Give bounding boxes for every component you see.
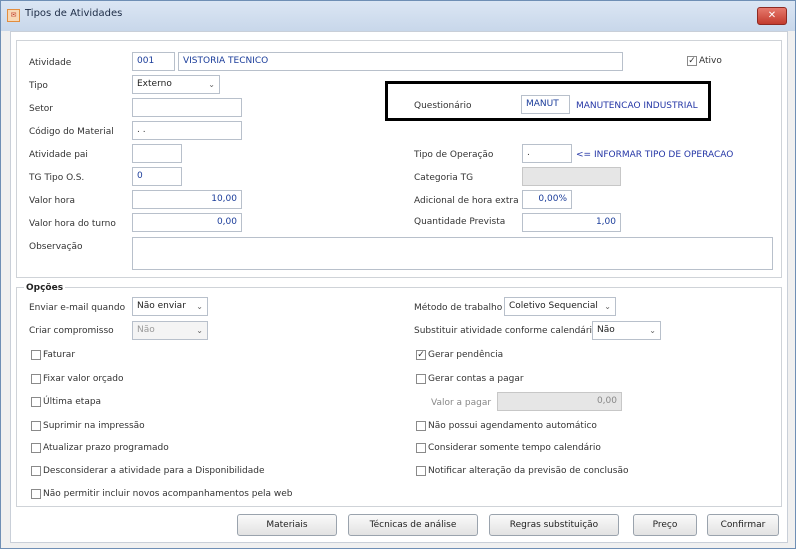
valor-hora-turno-input[interactable]: 0,00 — [132, 213, 242, 232]
metodo-trabalho-value: Coletivo Sequencial — [509, 301, 598, 311]
ativo-label: Ativo — [699, 56, 722, 66]
opcoes-title: Opções — [24, 283, 66, 293]
criar-compromisso-label: Criar compromisso — [29, 326, 114, 336]
atividade-code-input[interactable]: 001 — [132, 52, 175, 71]
fixar-valor-checkbox[interactable] — [31, 374, 41, 384]
tipo-label: Tipo — [29, 81, 48, 91]
tecnicas-analise-button[interactable]: Técnicas de análise — [348, 514, 478, 536]
atividade-label: Atividade — [29, 58, 72, 68]
chevron-down-icon: ⌄ — [208, 80, 215, 89]
metodo-trabalho-label: Método de trabalho — [414, 303, 503, 313]
suprimir-impressao-label: Suprimir na impressão — [43, 421, 145, 431]
preco-button[interactable]: Preço — [633, 514, 697, 536]
atividade-pai-label: Atividade pai — [29, 150, 88, 160]
tipo-operacao-hint: <= INFORMAR TIPO DE OPERACAO — [576, 150, 734, 160]
substituir-atividade-label: Substituir atividade conforme calendário — [414, 326, 598, 336]
considerar-tempo-label: Considerar somente tempo calendário — [428, 443, 601, 453]
regras-substituicao-button[interactable]: Regras substituição — [489, 514, 619, 536]
faturar-label: Faturar — [43, 350, 76, 360]
desconsiderar-label: Desconsiderar a atividade para a Disponi… — [43, 466, 265, 476]
quantidade-prevista-label: Quantidade Prevista — [414, 217, 506, 227]
nao-possui-agendamento-checkbox[interactable] — [416, 421, 426, 431]
gerar-pendencia-label: Gerar pendência — [428, 350, 504, 360]
title-bar[interactable]: ✉ Tipos de Atividades ✕ — [1, 1, 795, 31]
tipo-operacao-input[interactable]: . — [522, 144, 572, 163]
atualizar-prazo-checkbox[interactable] — [31, 443, 41, 453]
adicional-hora-extra-input[interactable]: 0,00% — [522, 190, 572, 209]
ultima-etapa-label: Última etapa — [43, 397, 102, 407]
codigo-material-input[interactable]: . . — [132, 121, 242, 140]
considerar-tempo-checkbox[interactable] — [416, 443, 426, 453]
materiais-button[interactable]: Materiais — [237, 514, 337, 536]
observacao-textarea[interactable] — [132, 237, 773, 270]
nao-permitir-checkbox[interactable] — [31, 489, 41, 499]
valor-a-pagar-input: 0,00 — [497, 392, 622, 411]
chevron-down-icon: ⌄ — [196, 302, 203, 311]
faturar-checkbox[interactable] — [31, 350, 41, 360]
gerar-contas-label: Gerar contas a pagar — [428, 374, 524, 384]
desconsiderar-checkbox[interactable] — [31, 466, 41, 476]
chevron-down-icon: ⌄ — [604, 302, 611, 311]
tg-tipo-os-label: TG Tipo O.S. — [29, 173, 85, 183]
ativo-checkbox[interactable]: ✓ — [687, 56, 697, 66]
chevron-down-icon: ⌄ — [196, 326, 203, 335]
enviar-email-label: Enviar e-mail quando — [29, 303, 126, 313]
observacao-label: Observação — [29, 242, 83, 252]
fixar-valor-label: Fixar valor orçado — [43, 374, 124, 384]
atividade-pai-input[interactable] — [132, 144, 182, 163]
nao-possui-agendamento-label: Não possui agendamento automático — [428, 421, 597, 431]
valor-hora-input[interactable]: 10,00 — [132, 190, 242, 209]
suprimir-impressao-checkbox[interactable] — [31, 421, 41, 431]
dialog-window: ✉ Tipos de Atividades ✕ Atividade 001 VI… — [0, 0, 796, 549]
tipo-operacao-label: Tipo de Operação — [414, 150, 494, 160]
setor-label: Setor — [29, 104, 53, 114]
app-icon: ✉ — [7, 9, 20, 22]
tipo-value: Externo — [137, 79, 172, 89]
notificar-alteracao-checkbox[interactable] — [416, 466, 426, 476]
criar-compromisso-select: Não ⌄ — [132, 321, 208, 340]
quantidade-prevista-input[interactable]: 1,00 — [522, 213, 621, 232]
enviar-email-select[interactable]: Não enviar ⌄ — [132, 297, 208, 316]
setor-input[interactable] — [132, 98, 242, 117]
atualizar-prazo-label: Atualizar prazo programado — [43, 443, 169, 453]
confirmar-button[interactable]: Confirmar — [707, 514, 779, 536]
highlight-box — [385, 81, 711, 121]
adicional-hora-extra-label: Adicional de hora extra — [414, 196, 519, 206]
valor-hora-label: Valor hora — [29, 196, 75, 206]
atividade-name-input[interactable]: VISTORIA TECNICO — [178, 52, 623, 71]
categoria-tg-label: Categoria TG — [414, 173, 474, 183]
window-title: Tipos de Atividades — [25, 8, 123, 19]
categoria-tg-input — [522, 167, 621, 186]
tg-tipo-os-input[interactable]: 0 — [132, 167, 182, 186]
enviar-email-value: Não enviar — [137, 301, 186, 311]
chevron-down-icon: ⌄ — [649, 326, 656, 335]
gerar-pendencia-checkbox[interactable]: ✓ — [416, 350, 426, 360]
gerar-contas-checkbox[interactable] — [416, 374, 426, 384]
substituir-atividade-select[interactable]: Não ⌄ — [592, 321, 661, 340]
tipo-select[interactable]: Externo ⌄ — [132, 75, 220, 94]
codigo-material-label: Código do Material — [29, 127, 114, 137]
metodo-trabalho-select[interactable]: Coletivo Sequencial ⌄ — [504, 297, 616, 316]
substituir-atividade-value: Não — [597, 325, 615, 335]
ultima-etapa-checkbox[interactable] — [31, 397, 41, 407]
notificar-alteracao-label: Notificar alteração da previsão de concl… — [428, 466, 629, 476]
valor-hora-turno-label: Valor hora do turno — [29, 219, 116, 229]
valor-a-pagar-label: Valor a pagar — [431, 398, 492, 408]
criar-compromisso-value: Não — [137, 325, 155, 335]
nao-permitir-label: Não permitir incluir novos acompanhament… — [43, 489, 293, 499]
close-button[interactable]: ✕ — [757, 7, 787, 25]
